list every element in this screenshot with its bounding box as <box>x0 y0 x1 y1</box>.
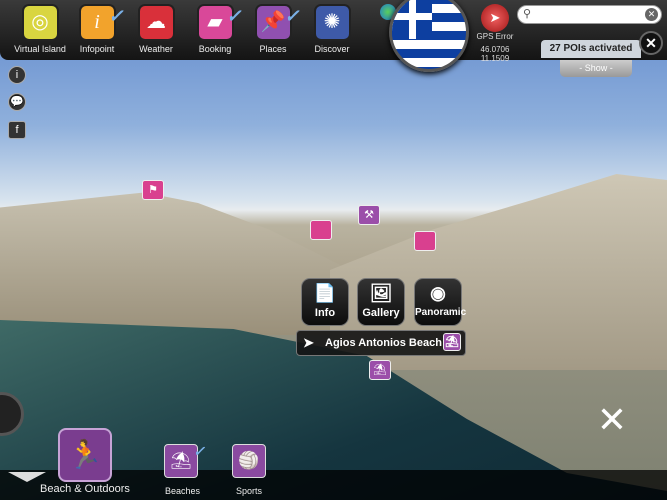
suitcase-icon: ▰ ✓ <box>196 4 242 41</box>
check-icon: ✓ <box>193 443 205 459</box>
panorama-icon: ◉ <box>430 283 446 303</box>
globe-icon: ◎ <box>21 4 59 41</box>
subcategory-sports[interactable]: 🏐 <box>232 444 266 478</box>
pois-activated-label: 27 POIs activated <box>541 40 641 58</box>
app-discover[interactable]: ✺ Discover <box>297 4 367 54</box>
facebook-icon[interactable]: f <box>8 121 26 139</box>
photos-icon: 🖼 <box>369 283 393 303</box>
poi-marker[interactable] <box>414 231 436 251</box>
beach-poi-marker[interactable]: ⛱ <box>369 360 391 380</box>
beach-icon: ⛱ <box>443 333 461 351</box>
poi-marker[interactable] <box>310 220 332 240</box>
umbrella-icon: ⛱ <box>170 451 192 470</box>
gps-arrow-icon: ➤ <box>481 4 509 32</box>
category-beach-outdoors[interactable]: 🏃 <box>58 428 112 482</box>
chat-icon[interactable]: 💬 <box>8 93 26 111</box>
info-icon: i ✓ <box>78 4 124 41</box>
clear-search-icon[interactable]: ✕ <box>645 8 658 21</box>
navigate-arrow-icon[interactable]: ➤ <box>303 331 314 355</box>
search-input[interactable]: ⚲ ✕ <box>517 5 662 24</box>
panoramic-action-button[interactable]: ◉ Panoramic <box>414 278 466 326</box>
flag-canton <box>392 0 432 39</box>
subcategory-beaches[interactable]: ⛱ ✓ <box>164 443 205 478</box>
jumping-person-icon: 🏃 <box>67 439 103 470</box>
document-icon: 📄 <box>313 283 337 303</box>
info-action-button[interactable]: 📄 Info <box>301 278 349 326</box>
poi-marker[interactable]: ⚒ <box>358 205 380 225</box>
pushpin-icon: 📌 ✓ <box>254 4 300 41</box>
close-button[interactable]: ✕ <box>639 31 663 55</box>
gallery-action-button[interactable]: 🖼 Gallery <box>357 278 405 326</box>
info-side-icon[interactable]: i <box>8 66 26 84</box>
cloud-icon: ☁ <box>137 4 175 41</box>
search-icon: ⚲ <box>523 8 532 20</box>
poi-marker[interactable]: ⚑ <box>142 180 164 200</box>
volleyball-icon: 🏐 <box>238 451 260 470</box>
compass-icon: ✺ <box>313 4 351 41</box>
gps-status[interactable]: ➤ GPS Error 46.0706 11.1509 <box>475 4 515 63</box>
poi-name-bar[interactable]: ➤ Agios Antonios Beach ⛱ <box>296 330 466 356</box>
compass-icon[interactable]: ✕ <box>590 398 634 442</box>
show-button[interactable]: - Show - <box>560 60 632 77</box>
